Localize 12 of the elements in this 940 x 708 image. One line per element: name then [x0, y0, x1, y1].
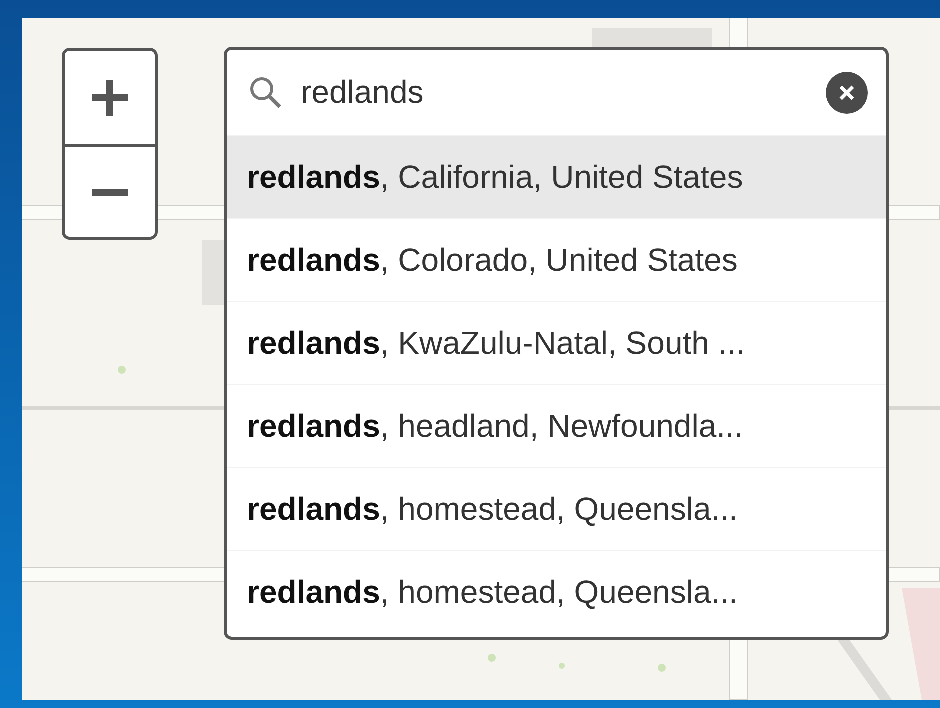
close-icon: [838, 84, 856, 102]
suggestion-item[interactable]: redlands, California, United States: [227, 135, 886, 218]
minus-icon: [91, 188, 129, 196]
suggestion-item[interactable]: redlands, headland, Newfoundla...: [227, 384, 886, 467]
suggestion-item[interactable]: redlands, homestead, Queensla...: [227, 467, 886, 550]
suggestion-item[interactable]: redlands, homestead, Queensla...: [227, 550, 886, 633]
suggestion-item[interactable]: redlands, Colorado, United States: [227, 218, 886, 301]
clear-button[interactable]: [826, 72, 868, 114]
zoom-out-button[interactable]: [65, 144, 155, 237]
plus-icon: [91, 80, 129, 116]
search-icon: [249, 76, 283, 110]
suggestion-item[interactable]: redlands, KwaZulu-Natal, South ...: [227, 301, 886, 384]
